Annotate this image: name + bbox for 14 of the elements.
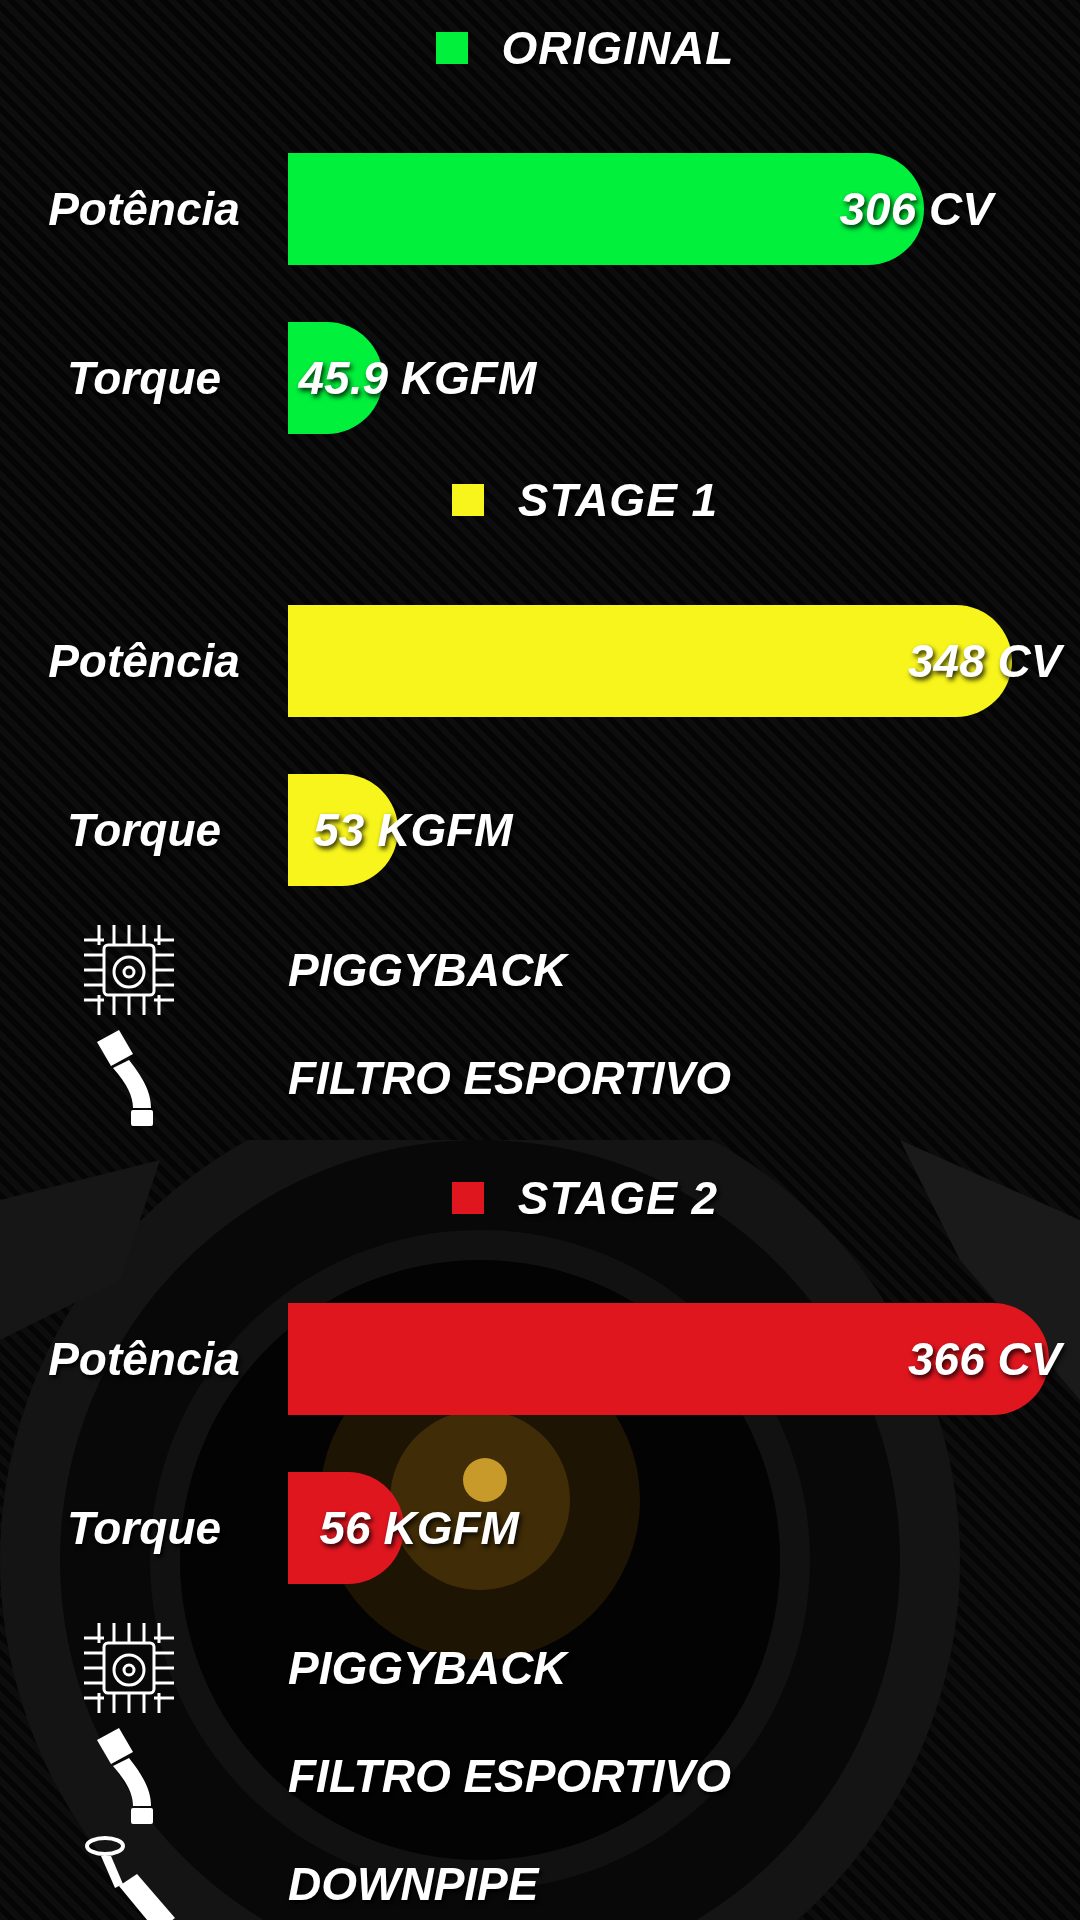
stage-title: ORIGINAL — [501, 21, 735, 75]
bar-label: Torque — [65, 351, 223, 405]
stage-title: STAGE 1 — [517, 473, 719, 527]
bar-label: Torque — [65, 1501, 223, 1555]
upgrade-label: FILTRO ESPORTIVO — [288, 1749, 731, 1803]
stage-title: STAGE 2 — [517, 1171, 719, 1225]
bar-label: Torque — [65, 803, 223, 857]
bar-label: Potência — [47, 634, 241, 688]
upgrade-label: FILTRO ESPORTIVO — [288, 1051, 731, 1105]
upgrade-label: PIGGYBACK — [288, 943, 567, 997]
upgrade-label: DOWNPIPE — [288, 1857, 539, 1911]
bar-label: Potência — [47, 182, 241, 236]
bar-label: Potência — [47, 1332, 241, 1386]
upgrade-label: PIGGYBACK — [288, 1641, 567, 1695]
